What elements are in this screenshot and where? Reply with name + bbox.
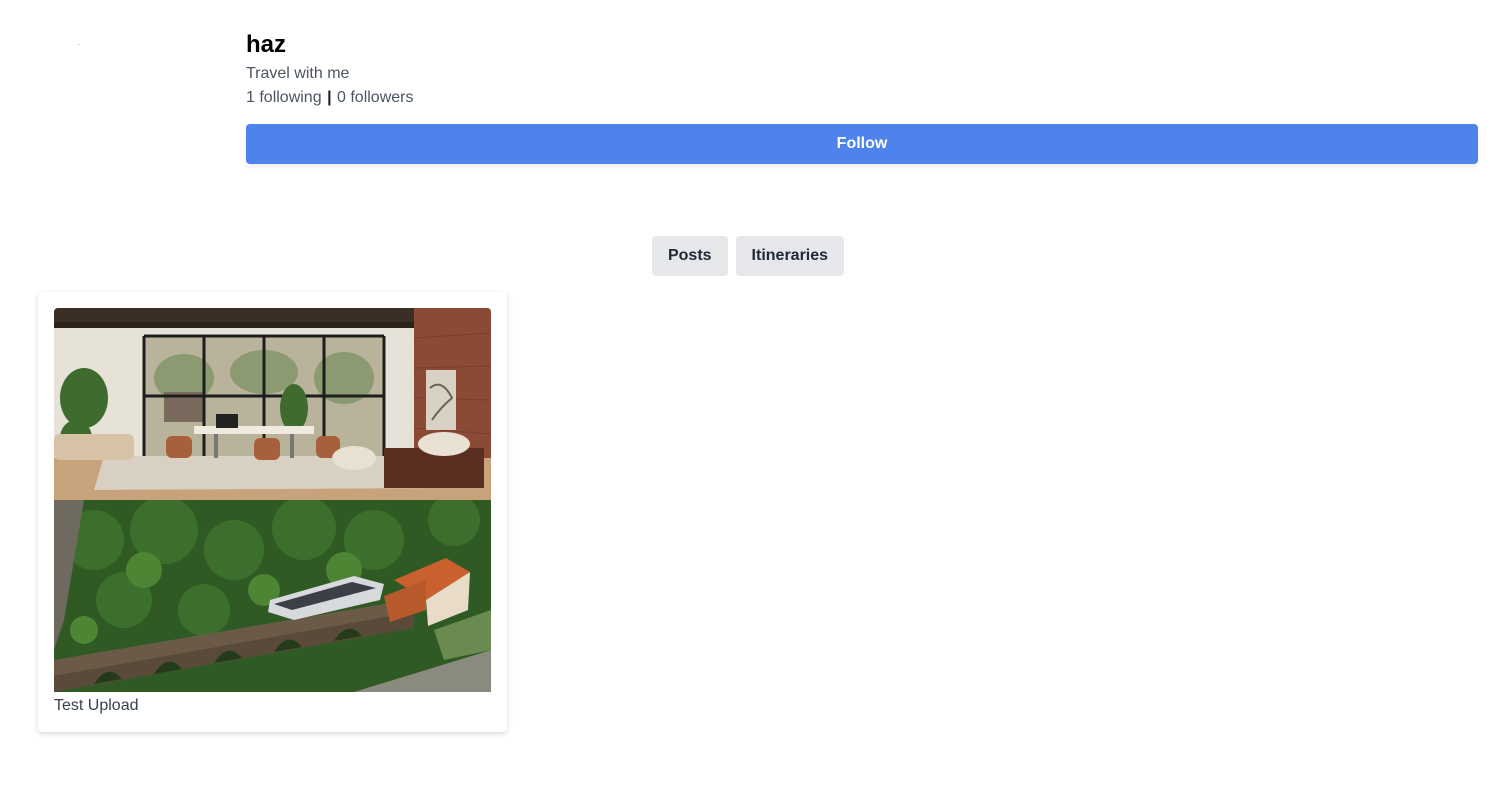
profile-tabs: Posts Itineraries <box>0 236 1496 276</box>
railway-viaduct-photo <box>54 500 491 692</box>
profile-page: haz Travel with me 1 following | 0 follo… <box>0 0 1496 786</box>
follow-stats: 1 following | 0 followers <box>246 86 1478 110</box>
post-image-railway[interactable] <box>54 500 491 692</box>
post-card[interactable]: Test Upload <box>38 292 507 732</box>
post-caption: Test Upload <box>54 697 139 714</box>
stats-separator: | <box>327 89 332 106</box>
follow-button[interactable]: Follow <box>246 124 1478 164</box>
username: haz <box>246 31 287 58</box>
post-image-office[interactable] <box>54 308 491 500</box>
following-count[interactable]: 1 following <box>246 89 322 106</box>
followers-count[interactable]: 0 followers <box>337 89 413 106</box>
bio: Travel with me <box>246 65 350 82</box>
tab-itineraries[interactable]: Itineraries <box>735 236 845 276</box>
avatar <box>40 22 120 102</box>
tab-posts[interactable]: Posts <box>651 236 728 276</box>
profile-info: haz Travel with me 1 following | 0 follo… <box>246 30 1478 110</box>
office-interior-photo <box>54 308 491 500</box>
